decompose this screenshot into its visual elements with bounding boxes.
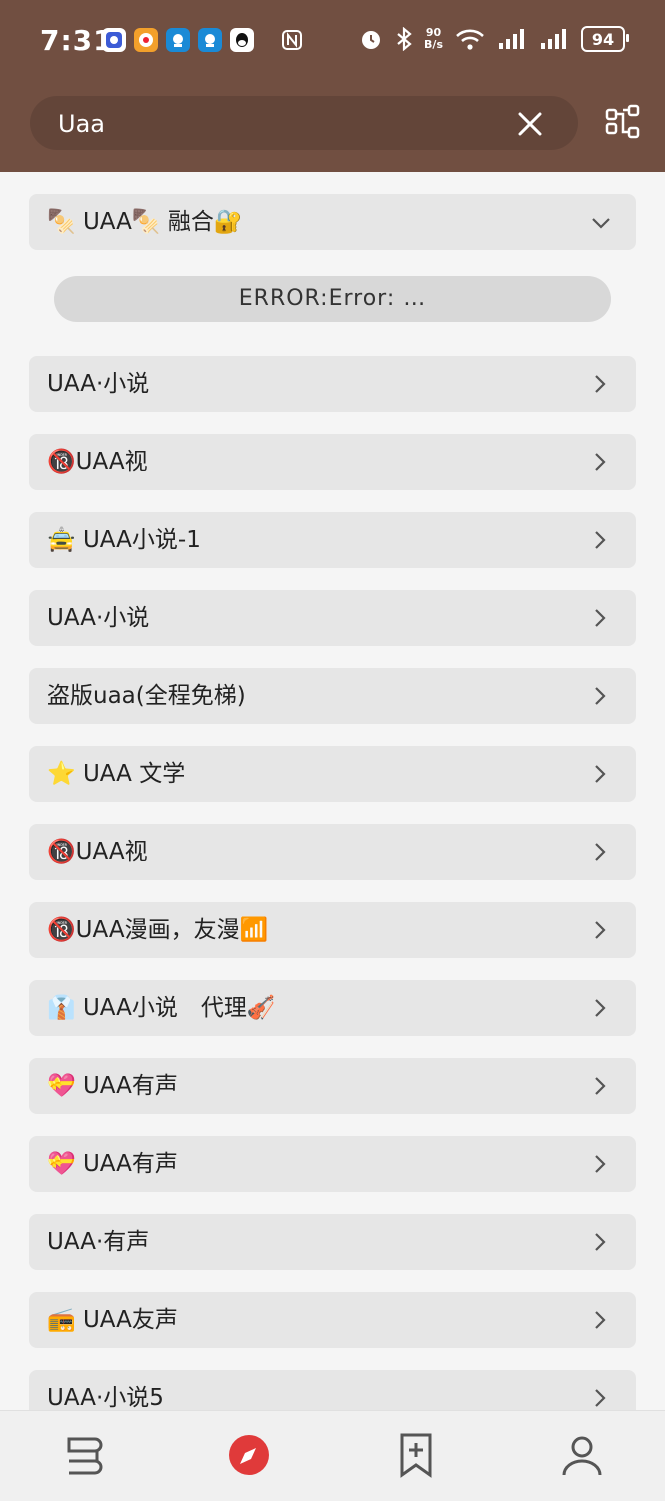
notification-icons bbox=[102, 28, 254, 52]
cell-signal-icon bbox=[541, 29, 566, 49]
cell-signal-icon bbox=[499, 29, 524, 49]
list-item[interactable]: 🔞UAA视 bbox=[29, 824, 636, 880]
wifi-icon bbox=[456, 29, 484, 50]
group-title: 🍢 UAA🍢 融合🔐 bbox=[47, 209, 243, 235]
list-item[interactable]: 🚖 UAA小说-1 bbox=[29, 512, 636, 568]
battery-indicator: 94 bbox=[581, 26, 629, 52]
list-item-label: UAA·小说 bbox=[47, 605, 150, 631]
list-item-label: 👔 UAA小说 代理🎻 bbox=[47, 995, 276, 1021]
list-item-label: 🔞UAA视 bbox=[47, 449, 148, 475]
chevron-right-icon bbox=[595, 1077, 606, 1095]
chevron-right-icon bbox=[595, 1311, 606, 1329]
status-right-icons: 90 B/s 94 bbox=[358, 26, 629, 52]
list-item[interactable]: 💝 UAA有声 bbox=[29, 1058, 636, 1114]
notification-app-icon bbox=[166, 28, 190, 52]
list-item-label: 🔞UAA漫画，友漫📶 bbox=[47, 917, 269, 943]
chevron-right-icon bbox=[595, 531, 606, 549]
chevron-right-icon bbox=[595, 453, 606, 471]
status-bar: 7:31 90 B/s 94 bbox=[0, 18, 665, 66]
list-item[interactable]: UAA·小说 bbox=[29, 356, 636, 412]
search-input[interactable] bbox=[56, 96, 500, 152]
list-item-label: 💝 UAA有声 bbox=[47, 1151, 178, 1177]
chevron-right-icon bbox=[595, 1233, 606, 1251]
source-list: 🍢 UAA🍢 融合🔐 ERROR:Error: … UAA·小说 🔞UAA视 🚖… bbox=[0, 172, 665, 1412]
chevron-right-icon bbox=[595, 921, 606, 939]
user-icon[interactable] bbox=[558, 1431, 606, 1479]
list-item[interactable]: ⭐ UAA 文学 bbox=[29, 746, 636, 802]
list-item-label: UAA·小说 bbox=[47, 371, 150, 397]
chevron-right-icon bbox=[595, 687, 606, 705]
chevron-right-icon bbox=[595, 999, 606, 1017]
list-item[interactable]: UAA·有声 bbox=[29, 1214, 636, 1270]
alarm-icon bbox=[362, 31, 381, 49]
list-item-label: UAA·小说5 bbox=[47, 1385, 164, 1411]
chevron-right-icon bbox=[595, 1389, 606, 1407]
list-item[interactable]: 🔞UAA漫画，友漫📶 bbox=[29, 902, 636, 958]
nfc-icon bbox=[282, 30, 302, 50]
scan-icon[interactable] bbox=[605, 104, 641, 140]
notification-app-icon bbox=[198, 28, 222, 52]
list-item-label: 🔞UAA视 bbox=[47, 839, 148, 865]
search-bar bbox=[30, 96, 578, 152]
list-item-label: ⭐ UAA 文学 bbox=[47, 761, 186, 787]
list-item[interactable]: UAA·小说 bbox=[29, 590, 636, 646]
qq-icon bbox=[230, 28, 254, 52]
chevron-right-icon bbox=[595, 765, 606, 783]
chevron-right-icon bbox=[595, 375, 606, 393]
list-item-label: 💝 UAA有声 bbox=[47, 1073, 178, 1099]
notification-app-icon bbox=[134, 28, 158, 52]
bookshelf-icon[interactable] bbox=[59, 1431, 107, 1479]
group-header[interactable]: 🍢 UAA🍢 融合🔐 bbox=[29, 194, 636, 250]
bluetooth-icon bbox=[397, 27, 412, 51]
list-item-label: 📻 UAA友声 bbox=[47, 1307, 178, 1333]
list-item-label: 🚖 UAA小说-1 bbox=[47, 527, 201, 553]
chevron-right-icon bbox=[595, 843, 606, 861]
error-message[interactable]: ERROR:Error: … bbox=[54, 276, 611, 322]
list-item[interactable]: 📻 UAA友声 bbox=[29, 1292, 636, 1348]
list-item-label: 盗版uaa(全程免梯) bbox=[47, 683, 246, 709]
bookmark-add-icon[interactable] bbox=[392, 1431, 440, 1479]
chevron-right-icon bbox=[595, 1155, 606, 1173]
list-item[interactable]: 👔 UAA小说 代理🎻 bbox=[29, 980, 636, 1036]
net-speed: 90 B/s bbox=[424, 27, 443, 51]
bottom-navigation bbox=[0, 1410, 665, 1501]
close-icon[interactable] bbox=[516, 110, 544, 138]
chevron-right-icon bbox=[595, 609, 606, 627]
list-item[interactable]: 盗版uaa(全程免梯) bbox=[29, 668, 636, 724]
list-item[interactable]: UAA·小说5 bbox=[29, 1370, 636, 1412]
compass-icon[interactable] bbox=[225, 1431, 273, 1479]
list-item[interactable]: 💝 UAA有声 bbox=[29, 1136, 636, 1192]
notification-app-icon bbox=[102, 28, 126, 52]
app-header: 7:31 90 B/s 94 bbox=[0, 0, 665, 172]
chevron-down-icon bbox=[592, 218, 610, 229]
list-item[interactable]: 🔞UAA视 bbox=[29, 434, 636, 490]
list-item-label: UAA·有声 bbox=[47, 1229, 150, 1255]
net-speed-unit: B/s bbox=[424, 38, 443, 51]
